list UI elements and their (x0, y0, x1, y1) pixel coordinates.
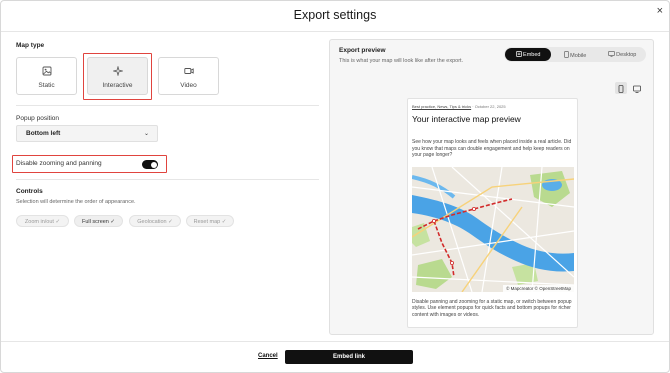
map-type-label: Map type (16, 42, 45, 49)
article-breadcrumb[interactable]: Best practice, News, Tips & tricks (412, 104, 471, 109)
divider (1, 31, 669, 32)
interactive-map[interactable]: © Mapcreator © OpenStreetMap (412, 167, 574, 292)
map-type-static-label: Static (38, 82, 55, 89)
popup-position-value: Bottom left (26, 130, 61, 137)
dialog-title: Export settings (293, 8, 377, 22)
image-icon (42, 66, 51, 76)
controls-label: Controls (16, 188, 43, 195)
check-icon: ✓ (55, 218, 61, 225)
tab-label: Desktop (616, 52, 637, 58)
device-mobile-button[interactable] (615, 82, 627, 94)
divider (16, 179, 319, 180)
tab-desktop[interactable]: Desktop (599, 48, 645, 61)
map-canvas[interactable] (412, 167, 574, 292)
chevron-down-icon: ⌄ (143, 131, 149, 137)
export-preview-panel: Export preview This is what your map wil… (329, 39, 654, 335)
chip-label: Zoom in/out (24, 218, 54, 225)
map-type-static-card[interactable]: Static (16, 57, 77, 95)
embed-icon (515, 51, 522, 57)
export-settings-dialog: Export settings × Map type Static Intera… (0, 0, 670, 373)
article-date: October 22, 2025 (474, 104, 506, 109)
tab-label: Mobile (570, 53, 587, 59)
check-icon: ✓ (168, 218, 173, 225)
disable-zoom-toggle[interactable] (142, 160, 158, 169)
preview-title: Export preview (339, 47, 386, 54)
controls-note: Selection will determine the order of ap… (16, 199, 136, 205)
embed-link-button[interactable]: Embed link (285, 350, 413, 364)
popup-position-select[interactable]: Bottom left ⌄ (16, 125, 158, 142)
check-icon: ✓ (221, 218, 227, 225)
device-desktop-button[interactable] (631, 82, 643, 94)
divider (1, 341, 669, 342)
cancel-button[interactable]: Cancel (258, 353, 278, 359)
map-type-interactive-card[interactable]: Interactive (87, 57, 148, 95)
tab-label: Embed (523, 52, 541, 58)
check-icon: ✓ (110, 218, 116, 225)
desktop-icon (607, 51, 615, 57)
preview-subtitle: This is what your map will look like aft… (339, 58, 464, 64)
tab-embed[interactable]: Embed (505, 48, 551, 61)
chip-label: Reset map (193, 218, 221, 225)
toggle-knob (150, 161, 157, 168)
map-type-interactive-label: Interactive (102, 82, 133, 89)
chip-zoom-in-out[interactable]: Zoom in/out ✓ (16, 215, 69, 227)
map-attribution[interactable]: © Mapcreator © OpenStreetMap (503, 285, 574, 292)
mobile-device-icon (618, 85, 624, 93)
chip-geolocation[interactable]: Geolocation ✓ (129, 215, 181, 227)
disable-zoom-label: Disable zooming and panning (16, 160, 102, 167)
map-type-video-label: Video (180, 82, 197, 89)
preview-mode-tabs: Embed Mobile Desktop (504, 47, 646, 62)
video-camera-icon (183, 68, 194, 74)
chip-label: Full screen (81, 218, 109, 225)
map-type-video-card[interactable]: Video (158, 57, 219, 95)
divider (16, 105, 319, 106)
chip-full-screen[interactable]: Full screen ✓ (74, 215, 123, 227)
article-meta: Best practice, News, Tips & tricks · Oct… (412, 104, 506, 109)
mobile-icon (563, 51, 569, 58)
article-title: Your interactive map preview (412, 114, 521, 124)
desktop-device-icon (633, 85, 641, 93)
article-footer-text: Disable panning and zooming for a static… (412, 299, 572, 318)
tab-mobile[interactable]: Mobile (552, 48, 598, 61)
popup-position-label: Popup position (16, 115, 60, 122)
close-icon[interactable]: × (657, 5, 663, 17)
chip-label: Geolocation (137, 218, 167, 225)
chip-reset-map[interactable]: Reset map ✓ (186, 215, 234, 227)
sparkle-icon (112, 66, 123, 76)
article-body: See how your map looks and feels when pl… (412, 139, 572, 159)
article-preview: Best practice, News, Tips & tricks · Oct… (407, 98, 578, 328)
